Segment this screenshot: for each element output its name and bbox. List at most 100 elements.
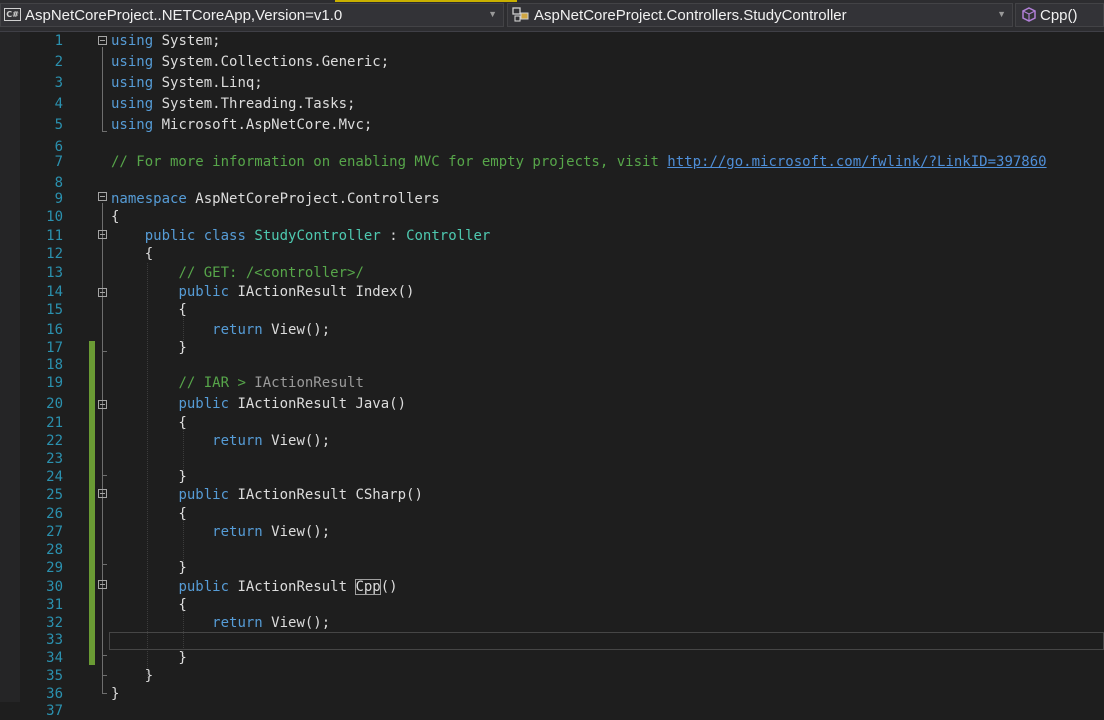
code-line[interactable]: 24 } xyxy=(20,468,1104,486)
code-token: public xyxy=(178,579,230,595)
code-token: public xyxy=(178,487,230,503)
code-text[interactable]: return View(); xyxy=(111,523,330,541)
code-line[interactable]: 4 using System.Threading.Tasks; xyxy=(20,95,1104,113)
code-text[interactable]: } xyxy=(111,685,119,703)
code-text[interactable]: } xyxy=(111,559,186,577)
code-text[interactable]: return View(); xyxy=(111,432,330,450)
code-text[interactable]: // GET: /<controller>/ xyxy=(111,264,363,282)
code-text[interactable]: // IAR > IActionResult xyxy=(111,374,363,392)
line-number: 24 xyxy=(46,469,63,485)
code-line[interactable]: 33 xyxy=(20,631,1104,649)
code-line[interactable]: 20 public IActionResult Java() xyxy=(20,395,1104,413)
code-text[interactable]: using System.Threading.Tasks; xyxy=(111,95,355,113)
code-token: IActionResult Java() xyxy=(229,396,407,412)
code-line[interactable]: 27 return View(); xyxy=(20,523,1104,541)
code-line[interactable]: 31 { xyxy=(20,596,1104,614)
code-line[interactable]: 37 xyxy=(20,702,1104,720)
code-text[interactable]: public class StudyController : Controlle… xyxy=(111,227,491,245)
line-number: 31 xyxy=(46,597,63,613)
line-number: 5 xyxy=(54,117,63,133)
line-number: 13 xyxy=(46,265,63,281)
code-line[interactable]: 36} xyxy=(20,685,1104,703)
code-line[interactable]: 2 using System.Collections.Generic; xyxy=(20,53,1104,71)
line-number: 15 xyxy=(46,302,63,318)
code-line[interactable]: 1 using System; xyxy=(20,32,1104,50)
code-line[interactable]: 18 xyxy=(20,356,1104,374)
code-line[interactable]: 15 { xyxy=(20,301,1104,319)
code-line[interactable]: 23 xyxy=(20,450,1104,468)
code-text[interactable]: } xyxy=(111,339,186,357)
code-line[interactable]: 35 } xyxy=(20,667,1104,685)
code-line[interactable]: 9 namespace AspNetCoreProject.Controllers xyxy=(20,190,1104,208)
code-token: return xyxy=(212,433,263,449)
code-line[interactable]: 11 public class StudyController : Contro… xyxy=(20,227,1104,245)
code-text[interactable]: using Microsoft.AspNetCore.Mvc; xyxy=(111,116,372,134)
code-text[interactable]: { xyxy=(111,301,186,319)
code-link[interactable]: http://go.microsoft.com/fwlink/?LinkID=3… xyxy=(667,154,1046,170)
code-text[interactable]: return View(); xyxy=(111,321,330,339)
code-text[interactable]: public IActionResult Index() xyxy=(111,283,414,301)
code-text[interactable]: // For more information on enabling MVC … xyxy=(111,153,1047,171)
code-line[interactable]: 30 public IActionResult Cpp() xyxy=(20,578,1104,596)
code-token: namespace xyxy=(111,191,187,207)
code-text[interactable]: } xyxy=(111,649,186,667)
type-dropdown[interactable]: AspNetCoreProject.Controllers.StudyContr… xyxy=(507,3,1013,27)
code-text[interactable]: } xyxy=(111,667,153,685)
namespace-class-icon xyxy=(512,7,529,22)
line-number: 10 xyxy=(46,209,63,225)
code-line[interactable]: 13 // GET: /<controller>/ xyxy=(20,264,1104,282)
code-line[interactable]: 14 public IActionResult Index() xyxy=(20,283,1104,301)
code-token: System; xyxy=(153,33,221,49)
code-text[interactable]: using System.Linq; xyxy=(111,74,263,92)
line-number: 32 xyxy=(46,615,63,631)
code-token: using xyxy=(111,75,154,91)
line-number: 25 xyxy=(46,487,63,503)
code-text[interactable]: namespace AspNetCoreProject.Controllers xyxy=(111,190,440,208)
code-line[interactable]: 10 { xyxy=(20,208,1104,226)
line-number: 12 xyxy=(46,246,63,262)
code-text[interactable]: return View(); xyxy=(111,614,330,632)
line-number: 4 xyxy=(54,96,63,112)
code-line[interactable]: 7 // For more information on enabling MVC… xyxy=(20,153,1104,171)
code-line[interactable]: 32 return View(); xyxy=(20,614,1104,632)
code-line[interactable]: 19 // IAR > IActionResult xyxy=(20,374,1104,392)
code-line[interactable]: 34 } xyxy=(20,649,1104,667)
code-text[interactable]: public IActionResult Cpp() xyxy=(111,578,398,596)
code-line[interactable]: 5 using Microsoft.AspNetCore.Mvc; xyxy=(20,116,1104,134)
code-line[interactable]: 17 } xyxy=(20,339,1104,357)
code-token: return xyxy=(212,615,263,631)
chevron-down-icon[interactable]: ▼ xyxy=(997,9,1006,19)
code-line[interactable]: 26 { xyxy=(20,505,1104,523)
code-text[interactable]: public IActionResult CSharp() xyxy=(111,486,422,504)
code-line[interactable]: 25 public IActionResult CSharp() xyxy=(20,486,1104,504)
code-line[interactable]: 3 using System.Linq; xyxy=(20,74,1104,92)
code-line[interactable]: 28 xyxy=(20,541,1104,559)
code-line[interactable]: 21 { xyxy=(20,414,1104,432)
code-line[interactable]: 29 } xyxy=(20,559,1104,577)
code-editor[interactable]: 1 using System; 2 using System.Collections.… xyxy=(20,32,1104,719)
code-line[interactable]: 22 return View(); xyxy=(20,432,1104,450)
code-token: using xyxy=(111,96,154,112)
code-token: View(); xyxy=(262,524,331,540)
code-text[interactable]: { xyxy=(111,245,153,263)
code-line[interactable]: 12 { xyxy=(20,245,1104,263)
code-token: { xyxy=(111,506,187,522)
code-line[interactable]: 16 return View(); xyxy=(20,321,1104,339)
member-dropdown[interactable]: Cpp() xyxy=(1015,3,1104,27)
line-number: 7 xyxy=(54,154,63,170)
code-text[interactable]: { xyxy=(111,208,119,226)
code-text[interactable]: using System.Collections.Generic; xyxy=(111,53,389,71)
code-text[interactable]: public IActionResult Java() xyxy=(111,395,406,413)
code-text[interactable]: { xyxy=(111,505,187,523)
code-text[interactable]: using System; xyxy=(111,32,221,50)
navigation-bar: C# AspNetCoreProject..NETCoreApp,Version… xyxy=(0,0,1104,32)
code-token: public xyxy=(178,284,230,300)
project-dropdown[interactable]: C# AspNetCoreProject..NETCoreApp,Version… xyxy=(0,3,504,27)
code-token: System.Linq; xyxy=(153,75,263,91)
code-text[interactable]: } xyxy=(111,468,186,486)
code-text[interactable]: { xyxy=(111,596,186,614)
code-text[interactable]: { xyxy=(111,414,186,432)
chevron-down-icon[interactable]: ▼ xyxy=(488,9,497,19)
